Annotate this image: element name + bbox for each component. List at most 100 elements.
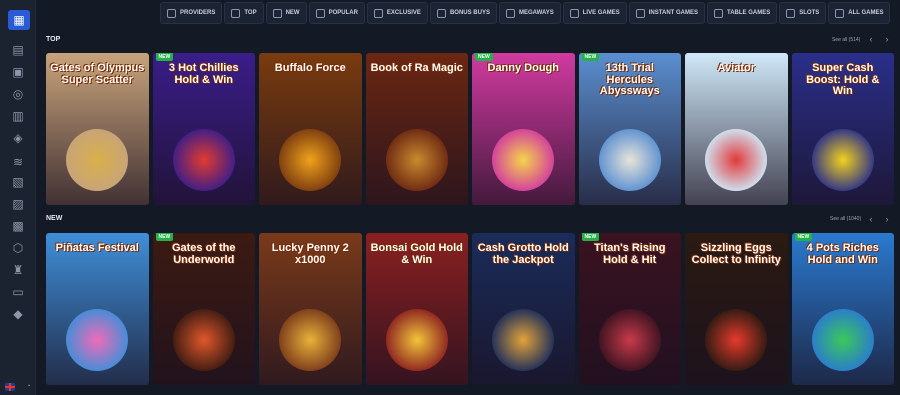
diamond-icon[interactable]: ◆ bbox=[6, 304, 30, 324]
game-artwork bbox=[385, 309, 448, 371]
next-arrow-icon[interactable]: › bbox=[882, 34, 892, 44]
jackpot-icon[interactable]: ▨ bbox=[6, 194, 30, 214]
prev-arrow-icon[interactable]: ‹ bbox=[866, 34, 876, 44]
game-title: 4 Pots Riches Hold and Win bbox=[806, 242, 879, 266]
casino-icon[interactable]: ▦ bbox=[8, 10, 30, 30]
category-top[interactable]: Top bbox=[224, 2, 264, 24]
game-tile[interactable]: Super Cash Boost: Hold & Win bbox=[791, 53, 894, 205]
game-artwork bbox=[279, 309, 342, 371]
category-new[interactable]: New bbox=[265, 2, 307, 24]
live-icon[interactable]: ▣ bbox=[6, 62, 30, 82]
game-tile[interactable]: Sizzling Eggs Collect to Infinity bbox=[685, 233, 788, 385]
section-title-top: Top bbox=[46, 36, 61, 43]
uk-flag-icon[interactable] bbox=[5, 383, 16, 391]
game-artwork bbox=[385, 129, 448, 191]
game-tile[interactable]: Buffalo Force bbox=[259, 53, 362, 205]
game-tile[interactable]: 3 Hot Chillies Hold & Win NEW bbox=[152, 53, 255, 205]
game-artwork bbox=[492, 309, 555, 371]
game-tile[interactable]: Cash Grotto Hold the Jackpot bbox=[472, 233, 575, 385]
slots-icon[interactable]: ≋ bbox=[6, 152, 30, 172]
see-all-top-link[interactable]: See all (514) bbox=[832, 37, 860, 43]
slot-icon bbox=[786, 8, 796, 18]
category-megaways[interactable]: Megaways bbox=[498, 2, 561, 24]
lightning-icon bbox=[272, 8, 282, 18]
game-tile[interactable]: Danny Dough NEW bbox=[472, 53, 575, 205]
game-title: Super Cash Boost: Hold & Win bbox=[806, 62, 880, 98]
crown-icon bbox=[231, 8, 241, 18]
new-badge: NEW bbox=[155, 53, 174, 61]
game-title: 13th Trial Hercules Abyssways bbox=[599, 62, 660, 98]
game-artwork bbox=[705, 309, 768, 371]
game-tile[interactable]: Titan's Rising Hold & Hit NEW bbox=[578, 233, 681, 385]
new-badge: NEW bbox=[475, 53, 493, 61]
game-title: 3 Hot Chillies Hold & Win bbox=[168, 62, 239, 86]
game-title: Titan's Rising Hold & Hit bbox=[594, 242, 666, 266]
game-artwork bbox=[492, 129, 555, 191]
providers-icon bbox=[167, 8, 176, 18]
game-title: Lucky Penny 2 x1000 bbox=[271, 242, 349, 266]
category-all-games[interactable]: All Games bbox=[828, 2, 891, 24]
game-title: Book of Ra Magic bbox=[370, 62, 463, 74]
new-badge: NEW bbox=[581, 53, 600, 61]
game-artwork bbox=[598, 129, 661, 191]
game-title: Sizzling Eggs Collect to Infinity bbox=[691, 242, 781, 266]
bag-icon[interactable]: ▭ bbox=[6, 282, 30, 302]
game-title: Aviator bbox=[717, 62, 756, 74]
game-tile[interactable]: Gates of Olympus Super Scatter bbox=[46, 53, 149, 205]
game-title: Bonsai Gold Hold & Win bbox=[370, 242, 463, 266]
game-tile[interactable]: Aviator bbox=[685, 53, 788, 205]
prev-arrow-icon[interactable]: ‹ bbox=[866, 214, 876, 224]
games-row-new: Piñatas Festival Gates of the Underworld N… bbox=[46, 233, 894, 385]
new-badge: NEW bbox=[581, 233, 600, 241]
live-icon bbox=[569, 8, 579, 18]
calendar-icon[interactable]: ▤ bbox=[6, 40, 30, 60]
support-icon[interactable]: ◔ bbox=[26, 383, 30, 391]
gamepad-icon bbox=[635, 8, 645, 18]
cards-icon[interactable]: ▥ bbox=[6, 106, 30, 126]
game-artwork bbox=[279, 129, 342, 191]
category-live-games[interactable]: Live Games bbox=[562, 2, 627, 24]
game-artwork bbox=[598, 309, 661, 371]
fire-icon bbox=[315, 8, 325, 18]
game-artwork bbox=[66, 129, 129, 191]
game-title: Cash Grotto Hold the Jackpot bbox=[477, 242, 569, 266]
grid-icon bbox=[835, 8, 845, 18]
game-tile[interactable]: 4 Pots Riches Hold and Win NEW bbox=[791, 233, 894, 385]
game-tile[interactable]: Gates of the Underworld NEW bbox=[152, 233, 255, 385]
category-exclusive[interactable]: Exclusive bbox=[366, 2, 428, 24]
game-artwork bbox=[172, 309, 235, 371]
game-artwork bbox=[705, 129, 768, 191]
category-instant-games[interactable]: Instant Games bbox=[628, 2, 705, 24]
ball-icon[interactable]: ◎ bbox=[6, 84, 30, 104]
game-tile[interactable]: Book of Ra Magic bbox=[365, 53, 468, 205]
see-all-new-link[interactable]: See all (1040) bbox=[830, 216, 861, 222]
megaways-icon bbox=[505, 8, 515, 18]
game-artwork bbox=[66, 309, 129, 371]
cards-icon bbox=[714, 8, 723, 18]
new-badge: NEW bbox=[794, 233, 813, 241]
game-title: Buffalo Force bbox=[274, 62, 346, 74]
gift-icon[interactable]: ▩ bbox=[6, 216, 30, 236]
category-bonus-buys[interactable]: Bonus Buys bbox=[429, 2, 497, 24]
game-tile[interactable]: 13th Trial Hercules Abyssways NEW bbox=[578, 53, 681, 205]
table-icon[interactable]: ▧ bbox=[6, 172, 30, 192]
games-row-top: Gates of Olympus Super Scatter 3 Hot Chil… bbox=[46, 53, 894, 205]
category-popular[interactable]: Popular bbox=[308, 2, 365, 24]
category-bar: Providers Top New Popular Exclusive Bonu… bbox=[160, 2, 891, 24]
game-tile[interactable]: Piñatas Festival bbox=[46, 233, 149, 385]
game-artwork bbox=[172, 129, 235, 191]
trophy-icon[interactable]: ♜ bbox=[6, 260, 30, 280]
game-tile[interactable]: Bonsai Gold Hold & Win bbox=[365, 233, 468, 385]
category-table-games[interactable]: Table Games bbox=[707, 2, 778, 24]
shield-icon[interactable]: ⬡ bbox=[6, 238, 30, 258]
game-title: Danny Dough bbox=[487, 62, 560, 74]
category-slots[interactable]: Slots bbox=[779, 2, 827, 24]
game-artwork bbox=[811, 129, 874, 191]
next-arrow-icon[interactable]: › bbox=[882, 214, 892, 224]
promo-icon[interactable]: ◈ bbox=[6, 128, 30, 148]
diamond-icon bbox=[373, 8, 383, 18]
category-providers[interactable]: Providers bbox=[160, 2, 223, 24]
left-sidebar: ▦ ▤ ▣ ◎ ▥ ◈ ≋ ▧ ▨ ▩ ⬡ ♜ ▭ ◆ ◔ bbox=[0, 0, 36, 395]
game-title: Gates of Olympus Super Scatter bbox=[50, 62, 145, 86]
game-tile[interactable]: Lucky Penny 2 x1000 bbox=[259, 233, 362, 385]
